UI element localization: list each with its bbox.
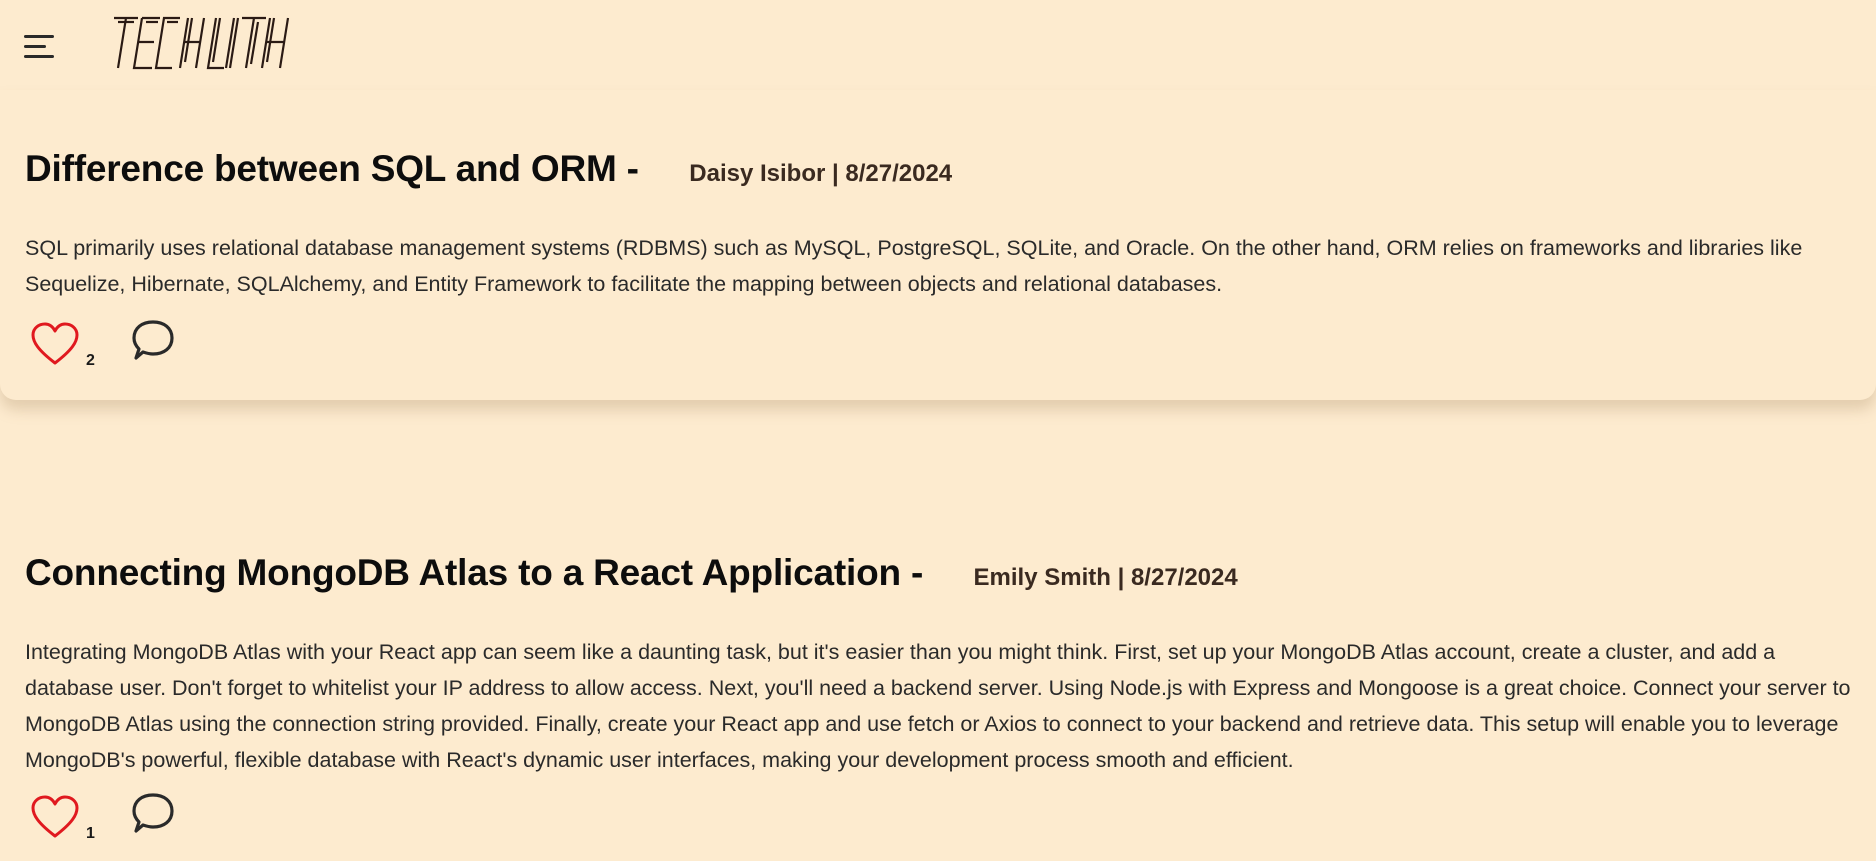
heart-icon[interactable] bbox=[30, 795, 80, 841]
comment-bubble-icon[interactable] bbox=[128, 318, 178, 368]
post-card[interactable]: Connecting MongoDB Atlas to a React Appl… bbox=[0, 490, 1876, 861]
post-actions: 2 bbox=[30, 320, 190, 372]
post-header: Difference between SQL and ORM - Daisy I… bbox=[25, 148, 952, 190]
post-author-date: Daisy Isibor | 8/27/2024 bbox=[689, 160, 953, 187]
post-card[interactable]: Difference between SQL and ORM - Daisy I… bbox=[0, 90, 1876, 400]
heart-icon[interactable] bbox=[30, 322, 80, 368]
post-excerpt: Integrating MongoDB Atlas with your Reac… bbox=[25, 640, 1851, 772]
post-excerpt: SQL primarily uses relational database m… bbox=[25, 236, 1803, 296]
site-header bbox=[0, 0, 1876, 90]
hamburger-menu-icon[interactable] bbox=[24, 32, 58, 62]
post-header: Connecting MongoDB Atlas to a React Appl… bbox=[25, 552, 1238, 594]
comment-bubble-icon[interactable] bbox=[128, 791, 178, 841]
like-count: 2 bbox=[86, 352, 95, 369]
like-count: 1 bbox=[86, 825, 95, 842]
post-title[interactable]: Difference between SQL and ORM - bbox=[25, 148, 639, 190]
post-author-date: Emily Smith | 8/27/2024 bbox=[973, 564, 1238, 591]
techlith-logo[interactable] bbox=[108, 12, 294, 74]
post-title[interactable]: Connecting MongoDB Atlas to a React Appl… bbox=[25, 552, 923, 594]
post-actions: 1 bbox=[30, 793, 190, 845]
